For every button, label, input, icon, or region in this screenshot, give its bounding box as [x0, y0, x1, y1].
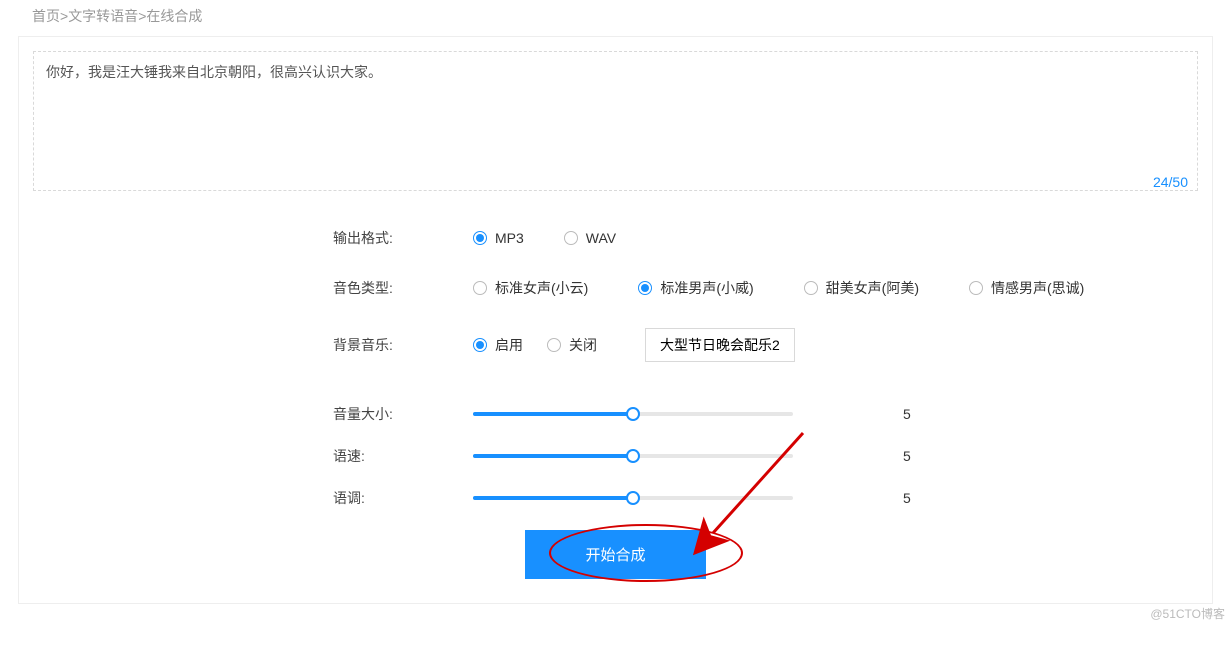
radio-label: 标准男声(小威) [660, 278, 753, 298]
slider-speed[interactable] [473, 454, 793, 458]
row-speed: 语速: 5 [333, 446, 1198, 466]
radio-icon [547, 338, 561, 352]
row-volume: 音量大小: 5 [333, 404, 1198, 424]
slider-pitch[interactable] [473, 496, 793, 500]
slider-volume[interactable] [473, 412, 793, 416]
radio-label: MP3 [495, 230, 524, 246]
radio-icon [473, 231, 487, 245]
radio-label: 情感男声(思诚) [991, 278, 1084, 298]
radio-female-std[interactable]: 标准女声(小云) [473, 278, 588, 298]
radio-icon [804, 281, 818, 295]
label-output-format: 输出格式: [333, 228, 473, 248]
row-output-format: 输出格式: MP3 WAV [333, 228, 1198, 248]
label-voice-type: 音色类型: [333, 278, 473, 298]
radio-bgmusic-on[interactable]: 启用 [473, 335, 523, 355]
radio-group-output-format: MP3 WAV [473, 230, 616, 246]
radio-label: 甜美女声(阿美) [826, 278, 919, 298]
breadcrumb-home[interactable]: 首页 [32, 8, 60, 24]
breadcrumb-section[interactable]: 文字转语音 [68, 8, 138, 24]
radio-label: 标准女声(小云) [495, 278, 588, 298]
radio-icon [473, 338, 487, 352]
breadcrumb-current: 在线合成 [146, 8, 202, 24]
start-synthesis-button[interactable]: 开始合成 [525, 530, 705, 579]
radio-female-sweet[interactable]: 甜美女声(阿美) [804, 278, 919, 298]
row-voice-type: 音色类型: 标准女声(小云) 标准男声(小威) 甜美女声(阿美) [333, 278, 1198, 298]
slider-thumb-icon[interactable] [626, 407, 640, 421]
slider-thumb-icon[interactable] [626, 449, 640, 463]
radio-wav[interactable]: WAV [564, 230, 616, 246]
radio-male-std[interactable]: 标准男声(小威) [638, 278, 753, 298]
slider-thumb-icon[interactable] [626, 491, 640, 505]
slider-value-pitch: 5 [903, 490, 933, 506]
tts-text-input[interactable] [33, 51, 1198, 191]
radio-label: 启用 [495, 335, 523, 355]
radio-icon [473, 281, 487, 295]
radio-bgmusic-off[interactable]: 关闭 [547, 335, 597, 355]
bg-music-select-button[interactable]: 大型节日晚会配乐2 [645, 328, 795, 362]
label-speed: 语速: [333, 446, 473, 466]
radio-icon [564, 231, 578, 245]
label-pitch: 语调: [333, 488, 473, 508]
breadcrumb: 首页>文字转语音>在线合成 [18, 0, 1213, 36]
label-bg-music: 背景音乐: [333, 335, 473, 355]
radio-group-bg-music: 启用 关闭 大型节日晚会配乐2 [473, 328, 795, 362]
radio-icon [638, 281, 652, 295]
radio-icon [969, 281, 983, 295]
radio-male-emotion[interactable]: 情感男声(思诚) [969, 278, 1084, 298]
radio-group-voice-type: 标准女声(小云) 标准男声(小威) 甜美女声(阿美) 情感男声(思诚) [473, 278, 1084, 298]
radio-label: WAV [586, 230, 616, 246]
slider-value-volume: 5 [903, 406, 933, 422]
row-bg-music: 背景音乐: 启用 关闭 大型节日晚会配乐2 [333, 328, 1198, 362]
radio-label: 关闭 [569, 335, 597, 355]
breadcrumb-sep: > [60, 8, 68, 24]
radio-mp3[interactable]: MP3 [473, 230, 524, 246]
label-volume: 音量大小: [333, 404, 473, 424]
actions-area: 开始合成 [33, 530, 1198, 579]
main-card: 24/50 输出格式: MP3 WAV 音色类型 [18, 36, 1213, 604]
char-counter: 24/50 [1153, 174, 1188, 190]
row-pitch: 语调: 5 [333, 488, 1198, 508]
slider-value-speed: 5 [903, 448, 933, 464]
watermark-text: @51CTO博客 [1150, 605, 1225, 622]
